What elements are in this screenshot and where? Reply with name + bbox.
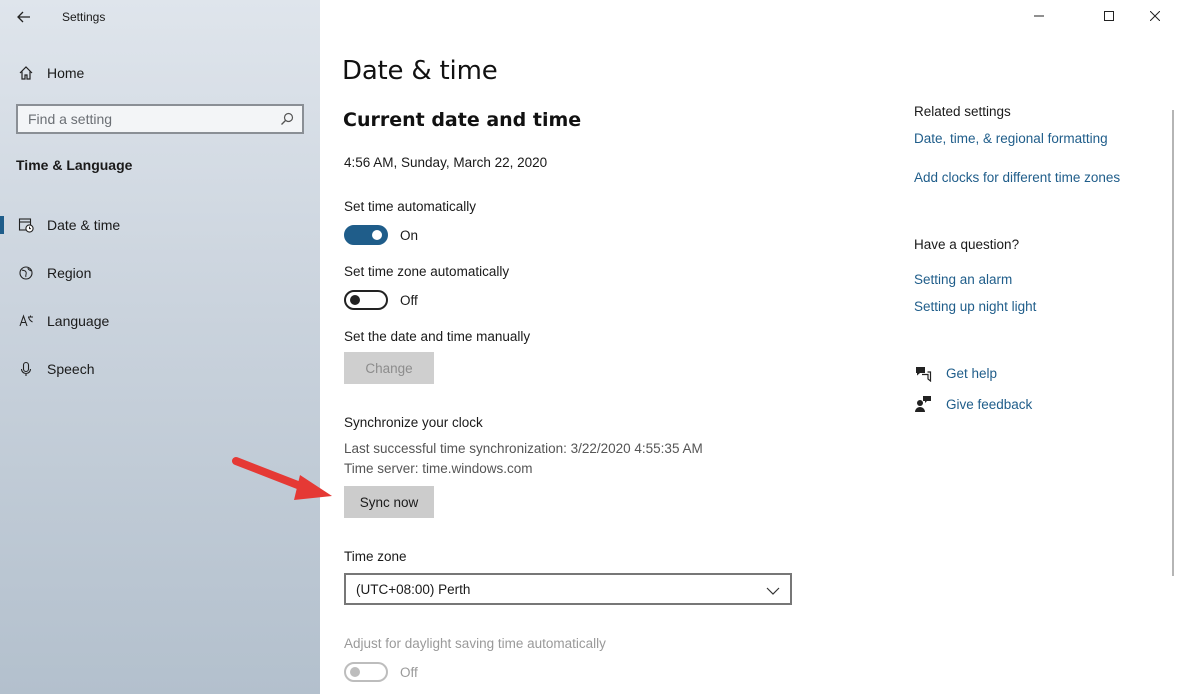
microphone-icon — [17, 360, 35, 378]
related-settings-heading: Related settings — [914, 104, 1011, 119]
dst-toggle[interactable] — [344, 662, 388, 682]
home-icon — [17, 64, 35, 82]
time-zone-label: Time zone — [344, 549, 407, 564]
sync-now-button[interactable]: Sync now — [344, 486, 434, 518]
set-timezone-auto-label: Set time zone automatically — [344, 264, 510, 279]
scrollbar[interactable] — [1172, 110, 1174, 576]
annotation-arrow-icon — [232, 457, 332, 500]
toggle-knob — [372, 230, 382, 240]
dst-label: Adjust for daylight saving time automati… — [344, 636, 606, 651]
maximize-icon — [1104, 11, 1114, 21]
minimize-icon — [1034, 15, 1044, 17]
set-timezone-auto-toggle[interactable] — [344, 290, 388, 310]
chevron-down-icon — [766, 583, 780, 601]
sidebar-item-language-label: Language — [47, 313, 110, 329]
main-content: Date & time Current date and time 4:56 A… — [320, 0, 1178, 694]
sync-heading: Synchronize your clock — [344, 415, 483, 430]
sidebar-item-date-time-label: Date & time — [47, 217, 121, 233]
time-zone-dropdown[interactable]: (UTC+08:00) Perth — [344, 573, 792, 605]
search-input[interactable] — [18, 111, 268, 127]
manual-time-label: Set the date and time manually — [344, 329, 531, 344]
add-clocks-link[interactable]: Add clocks for different time zones — [914, 170, 1120, 185]
get-help-icon — [914, 364, 932, 382]
app-title: Settings — [62, 10, 106, 24]
sidebar-item-speech-label: Speech — [47, 361, 95, 377]
have-question-heading: Have a question? — [914, 237, 1020, 252]
toggle-knob — [350, 295, 360, 305]
night-light-link[interactable]: Setting up night light — [914, 299, 1036, 314]
search-box[interactable] — [16, 104, 304, 134]
setting-alarm-link[interactable]: Setting an alarm — [914, 272, 1012, 287]
page-title: Date & time — [342, 56, 498, 86]
dst-state: Off — [400, 665, 418, 680]
toggle-knob — [350, 667, 360, 677]
set-time-auto-label: Set time automatically — [344, 199, 477, 214]
current-date-heading: Current date and time — [343, 109, 582, 131]
time-server-text: Time server: time.windows.com — [344, 461, 533, 476]
close-button[interactable] — [1132, 0, 1178, 32]
calendar-clock-icon — [17, 216, 35, 234]
last-sync-text: Last successful time synchronization: 3/… — [344, 441, 703, 456]
get-help-link[interactable]: Get help — [946, 366, 997, 381]
set-time-auto-state: On — [400, 228, 419, 243]
change-button[interactable]: Change — [344, 352, 434, 384]
sidebar-item-region-label: Region — [47, 265, 92, 281]
sidebar: Settings Home Time & Language Date & tim… — [0, 0, 320, 694]
sidebar-titlebar: Settings — [0, 0, 320, 34]
sidebar-item-language[interactable]: Language — [0, 303, 320, 339]
back-button[interactable] — [10, 4, 38, 30]
language-icon — [17, 312, 35, 330]
feedback-person-icon — [914, 395, 932, 413]
get-help-row[interactable]: Get help — [914, 364, 997, 382]
close-icon — [1150, 11, 1160, 21]
regional-formatting-link[interactable]: Date, time, & regional formatting — [914, 131, 1108, 146]
sidebar-item-home-label: Home — [47, 65, 85, 81]
sidebar-item-home[interactable]: Home — [0, 55, 320, 91]
sidebar-item-speech[interactable]: Speech — [0, 351, 320, 387]
sidebar-section-heading: Time & Language — [16, 157, 133, 173]
minimize-button[interactable] — [1016, 0, 1062, 32]
give-feedback-row[interactable]: Give feedback — [914, 395, 1032, 413]
back-arrow-icon — [17, 11, 30, 23]
maximize-button[interactable] — [1086, 0, 1132, 32]
set-timezone-auto-state: Off — [400, 293, 418, 308]
sidebar-item-region[interactable]: Region — [0, 255, 320, 291]
sidebar-item-date-time[interactable]: Date & time — [0, 207, 320, 243]
current-date-value: 4:56 AM, Sunday, March 22, 2020 — [344, 155, 548, 170]
time-zone-value: (UTC+08:00) Perth — [356, 581, 471, 597]
globe-icon — [17, 264, 35, 282]
give-feedback-link[interactable]: Give feedback — [946, 397, 1032, 412]
set-time-auto-toggle[interactable] — [344, 225, 388, 245]
search-icon[interactable] — [280, 112, 294, 131]
